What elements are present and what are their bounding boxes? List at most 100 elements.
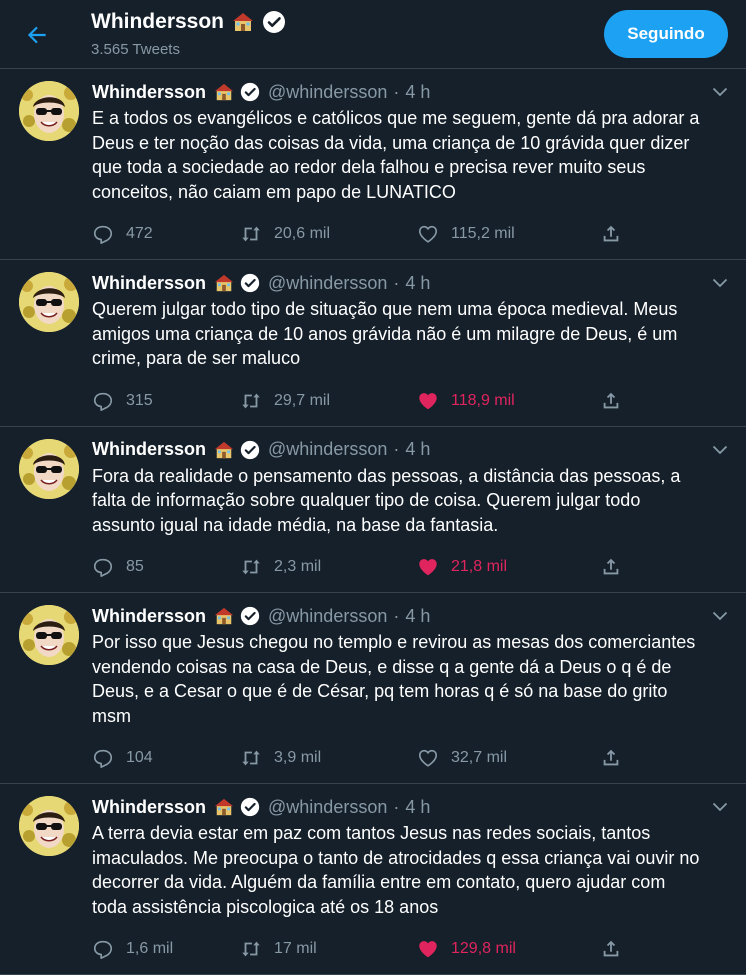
tweet-text-line: toda assistência piscologica até os 18 a… <box>92 896 439 917</box>
reply-button[interactable]: 472 <box>92 223 240 245</box>
reply-count: 104 <box>126 749 153 766</box>
avatar[interactable] <box>19 81 79 141</box>
tweet-time[interactable]: 4 h <box>405 797 430 818</box>
retweet-button[interactable]: 17 mil <box>240 938 417 960</box>
back-arrow-icon[interactable] <box>24 22 50 48</box>
author-handle[interactable]: @whindersson <box>268 606 387 627</box>
avatar[interactable] <box>19 438 79 499</box>
house-emoji-icon <box>214 607 234 625</box>
share-button[interactable] <box>600 223 622 245</box>
avatar-image <box>19 438 79 499</box>
profile-name: Whindersson <box>91 10 225 33</box>
retweet-count: 17 mil <box>274 940 317 957</box>
share-icon <box>600 390 622 412</box>
like-button[interactable]: 32,7 mil <box>417 747 600 769</box>
profile-header: Whindersson 3.565 Tweets Seguindo <box>0 0 746 69</box>
tweet[interactable]: Whindersson @whindersson · 4 h Fora da r… <box>0 427 746 593</box>
chevron-down-icon[interactable] <box>712 802 728 812</box>
author-name[interactable]: Whindersson <box>92 439 206 460</box>
tweet-text-line: decorrer da vida. Alguém da família entr… <box>92 872 666 892</box>
share-button[interactable] <box>600 747 622 769</box>
share-icon <box>600 938 622 960</box>
retweet-icon <box>240 390 262 412</box>
avatar[interactable] <box>19 796 79 856</box>
tweet-time[interactable]: 4 h <box>405 606 430 627</box>
house-emoji-icon <box>214 441 234 458</box>
tweet-actions: 472 20,6 mil 115,2 mil <box>92 209 728 259</box>
like-count: 118,9 mil <box>451 391 515 409</box>
avatar-image <box>19 81 79 141</box>
verified-badge-icon <box>240 797 260 817</box>
chevron-down-icon[interactable] <box>712 611 728 621</box>
retweet-count: 20,6 mil <box>274 225 331 242</box>
retweet-button[interactable]: 3,9 mil <box>240 747 417 769</box>
tweet-header: Whindersson @whindersson · 4 h <box>92 79 728 105</box>
avatar-image <box>19 605 79 665</box>
retweet-count: 3,9 mil <box>274 749 322 766</box>
reply-count: 472 <box>126 225 153 242</box>
author-name[interactable]: Whindersson <box>92 606 206 627</box>
reply-button[interactable]: 1,6 mil <box>92 938 240 960</box>
tweet[interactable]: Whindersson @whindersson · 4 h E a todos… <box>0 69 746 260</box>
house-emoji-icon <box>214 274 234 292</box>
tweet-text-line: imaculados. Me preocupa o tanto de atroc… <box>92 847 700 868</box>
tweet-text-line: Deus e ter noção das coisas da vida, uma… <box>92 132 690 153</box>
reply-icon <box>92 390 114 412</box>
tweet[interactable]: Whindersson @whindersson · 4 h Querem ju… <box>0 260 746 427</box>
separator-dot: · <box>393 439 400 459</box>
like-button[interactable]: 115,2 mil <box>417 223 600 245</box>
author-handle[interactable]: @whindersson <box>268 797 387 818</box>
tweet-text-line: vendendo coisas na casa de Deus, e disse… <box>92 656 672 677</box>
tweet[interactable]: Whindersson @whindersson · 4 h A terra d… <box>0 784 746 975</box>
like-button[interactable]: 129,8 mil <box>417 938 600 960</box>
tweet-time[interactable]: 4 h <box>405 439 430 460</box>
share-button[interactable] <box>600 938 622 960</box>
tweet-header: Whindersson @whindersson · 4 h <box>92 437 728 463</box>
share-button[interactable] <box>600 390 622 412</box>
tweet-text-line: falta de informação sobre qualquer tipo … <box>92 490 641 510</box>
reply-icon <box>92 556 114 578</box>
verified-badge-icon <box>240 82 260 102</box>
author-name[interactable]: Whindersson <box>92 797 206 818</box>
author-handle[interactable]: @whindersson <box>268 439 387 460</box>
tweet-actions: 315 29,7 mil 118,9 mil <box>92 376 728 426</box>
heart-icon <box>417 223 439 245</box>
retweet-icon <box>240 938 262 960</box>
retweet-button[interactable]: 2,3 mil <box>240 556 417 578</box>
heart-filled-icon <box>417 390 439 412</box>
like-count: 129,8 mil <box>451 940 516 957</box>
separator-dot: · <box>393 796 400 817</box>
reply-button[interactable]: 315 <box>92 390 240 412</box>
avatar[interactable] <box>19 605 79 665</box>
retweet-button[interactable]: 20,6 mil <box>240 223 417 245</box>
share-button[interactable] <box>600 556 622 578</box>
reply-button[interactable]: 104 <box>92 747 240 769</box>
author-name[interactable]: Whindersson <box>92 82 206 103</box>
author-name[interactable]: Whindersson <box>92 273 206 294</box>
tweet[interactable]: Whindersson @whindersson · 4 h Por isso … <box>0 593 746 784</box>
avatar[interactable] <box>19 272 79 332</box>
author-handle[interactable]: @whindersson <box>268 82 387 103</box>
tweet-text-line: assunto igual na idade média, na base da… <box>92 514 499 535</box>
tweet-time[interactable]: 4 h <box>405 273 430 294</box>
tweet-text-line: que toda a sociedade ao redor dela falho… <box>92 157 646 177</box>
tweet-text-line: E a todos os evangélicos e católicos que… <box>92 108 700 128</box>
chevron-down-icon[interactable] <box>712 278 728 288</box>
reply-button[interactable]: 85 <box>92 556 240 578</box>
share-icon <box>600 747 622 769</box>
tweet-time[interactable]: 4 h <box>405 82 430 103</box>
like-button[interactable]: 21,8 mil <box>417 556 600 578</box>
tweet-text-line: A terra devia estar em paz com tantos Je… <box>92 823 651 843</box>
following-button[interactable]: Seguindo <box>604 10 728 58</box>
tweet-header: Whindersson @whindersson · 4 h <box>92 603 728 629</box>
tweet-text-line: conceitos, não caiam em papo de LUNATICO <box>92 181 456 202</box>
chevron-down-icon[interactable] <box>712 445 728 455</box>
tweet-text-line: crime, para de ser maluco <box>92 348 301 368</box>
reply-count: 1,6 mil <box>126 940 174 957</box>
retweet-button[interactable]: 29,7 mil <box>240 390 417 412</box>
author-handle[interactable]: @whindersson <box>268 273 387 294</box>
tweet-text-line: Fora da realidade o pensamento das pesso… <box>92 465 681 486</box>
like-button[interactable]: 118,9 mil <box>417 390 600 412</box>
tweet-text-line: amigos uma criança de 10 anos grávida nã… <box>92 323 678 344</box>
chevron-down-icon[interactable] <box>712 87 728 97</box>
